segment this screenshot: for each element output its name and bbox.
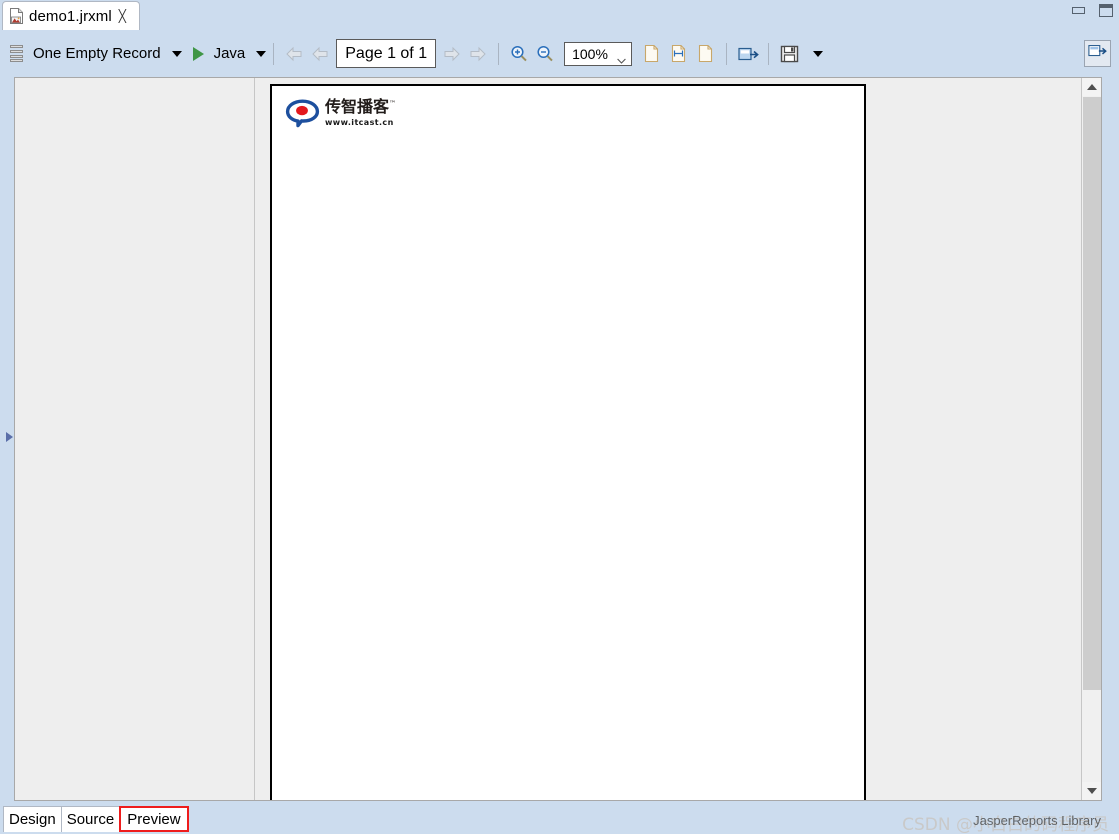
- report-logo: 传智播客™ www.itcast.cn: [285, 98, 396, 128]
- expand-left-panel-arrow-icon[interactable]: [6, 432, 13, 442]
- tab-source-label: Source: [66, 811, 115, 828]
- editor-tab-title: demo1.jrxml: [29, 7, 112, 25]
- zoom-level-combobox[interactable]: 100%: [564, 41, 633, 66]
- toolbar-separator: [273, 42, 275, 65]
- report-logo-url: www.itcast.cn: [325, 117, 394, 127]
- last-page-arrow-icon: [467, 44, 489, 64]
- fit-page-icon[interactable]: [697, 44, 714, 63]
- minimize-icon[interactable]: [1072, 7, 1085, 14]
- page-indicator-label: Page 1 of 1: [345, 44, 428, 62]
- scroll-down-icon[interactable]: [1082, 782, 1101, 800]
- itcast-logo-mark: [285, 98, 320, 128]
- zoom-in-icon[interactable]: [509, 44, 529, 64]
- database-icon: [10, 45, 23, 62]
- preview-area: 传智播客™ www.itcast.cn: [14, 77, 1102, 801]
- next-page-arrow-icon: [441, 44, 463, 64]
- chevron-down-icon[interactable]: [171, 50, 182, 57]
- editor-tab-demo1[interactable]: demo1.jrxml ╳: [2, 1, 140, 30]
- tab-design[interactable]: Design: [3, 806, 62, 832]
- export-icon[interactable]: [738, 46, 759, 62]
- page-indicator-field[interactable]: Page 1 of 1: [336, 39, 437, 68]
- language-selector[interactable]: Java: [214, 45, 267, 62]
- tab-preview[interactable]: Preview: [119, 806, 189, 832]
- chevron-down-icon[interactable]: [256, 50, 267, 57]
- preview-toolbar: One Empty Record Java Page 1 of 1 100%: [0, 30, 1119, 77]
- trademark-symbol: ™: [389, 99, 397, 108]
- zoom-out-icon[interactable]: [535, 44, 555, 64]
- editor-mode-tabs: Design Source Preview: [3, 806, 189, 832]
- window-controls: [1072, 4, 1113, 17]
- report-page-canvas[interactable]: 传智播客™ www.itcast.cn: [255, 78, 1080, 800]
- chevron-down-icon[interactable]: [813, 50, 824, 57]
- editor-bottom-bar: Design Source Preview CSDN @小白白的码程序员 Jas…: [0, 803, 1119, 840]
- vertical-scrollbar[interactable]: [1081, 78, 1101, 800]
- scroll-up-icon[interactable]: [1082, 78, 1101, 96]
- toolbar-separator: [498, 42, 500, 65]
- datasource-selector[interactable]: One Empty Record: [10, 45, 182, 62]
- scrollbar-thumb[interactable]: [1083, 97, 1101, 690]
- library-status-label: JasperReports Library: [973, 813, 1101, 828]
- first-page-arrow-icon: [283, 44, 305, 64]
- close-icon[interactable]: ╳: [119, 10, 126, 22]
- save-icon[interactable]: [780, 45, 799, 63]
- run-play-icon[interactable]: [192, 46, 204, 61]
- editor-tab-bar: demo1.jrxml ╳: [0, 0, 1119, 30]
- toolbar-separator: [768, 42, 770, 65]
- tab-design-label: Design: [9, 811, 56, 828]
- previous-page-arrow-icon: [309, 44, 331, 64]
- toolbar-separator: [726, 42, 728, 65]
- report-logo-text: 传智播客™ www.itcast.cn: [325, 97, 397, 127]
- window-bottom-edge: [0, 834, 1119, 840]
- tab-source[interactable]: Source: [60, 806, 121, 832]
- jaspersoft-studio-window: demo1.jrxml ╳ One Empty Record Java Page…: [0, 0, 1119, 840]
- language-label: Java: [213, 45, 246, 62]
- status-watermark: CSDN @小白白的码程序员 JasperReports Library: [871, 810, 1111, 835]
- tab-preview-label: Preview: [127, 810, 181, 828]
- actual-size-icon[interactable]: [643, 44, 660, 63]
- preview-left-margin: [15, 78, 254, 800]
- open-perspective-button[interactable]: [1084, 40, 1111, 67]
- zoom-level-value: 100%: [572, 45, 608, 62]
- maximize-icon[interactable]: [1099, 4, 1113, 17]
- fit-width-icon[interactable]: [670, 44, 687, 63]
- report-page: 传智播客™ www.itcast.cn: [270, 84, 866, 800]
- open-perspective-icon: [1088, 43, 1107, 64]
- datasource-label: One Empty Record: [33, 45, 161, 62]
- jrxml-document-icon: [9, 8, 24, 24]
- chevron-down-icon[interactable]: [617, 51, 626, 64]
- report-logo-chinese-name: 传智播客™: [325, 97, 397, 117]
